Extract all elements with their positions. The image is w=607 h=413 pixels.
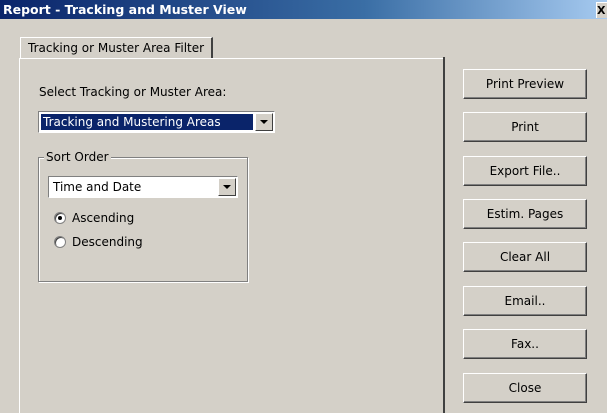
area-select[interactable]: Tracking and Mustering Areas [38,111,275,133]
window-title: Report - Tracking and Muster View [3,2,247,17]
fax-button[interactable]: Fax.. [463,329,587,359]
radio-checked-icon [54,212,66,224]
export-file-button[interactable]: Export File.. [463,156,587,186]
radio-unchecked-icon [54,236,66,248]
ascending-label: Ascending [72,211,135,225]
close-icon[interactable]: X [596,2,607,18]
clear-all-button[interactable]: Clear All [463,242,587,272]
sort-order-value: Time and Date [53,180,142,194]
sort-order-legend: Sort Order [44,149,111,165]
descending-label: Descending [72,235,143,249]
ascending-radio[interactable]: Ascending [54,211,134,225]
print-button[interactable]: Print [463,112,587,142]
descending-radio[interactable]: Descending [54,235,143,249]
close-button[interactable]: Close [463,373,587,403]
sort-order-select[interactable]: Time and Date [48,176,238,198]
dialog-body: Tracking or Muster Area Filter Select Tr… [0,19,607,413]
estim-pages-button[interactable]: Estim. Pages [463,199,587,229]
tab-tracking-or-muster-area-filter[interactable]: Tracking or Muster Area Filter [20,37,214,58]
select-area-label: Select Tracking or Muster Area: [39,85,227,99]
chevron-down-icon[interactable] [255,113,273,131]
chevron-down-icon[interactable] [218,178,236,196]
title-bar: Report - Tracking and Muster View X [0,0,607,19]
print-preview-button[interactable]: Print Preview [463,69,587,99]
email-button[interactable]: Email.. [463,286,587,316]
tab-panel-border [443,57,445,413]
area-select-value: Tracking and Mustering Areas [41,114,253,130]
